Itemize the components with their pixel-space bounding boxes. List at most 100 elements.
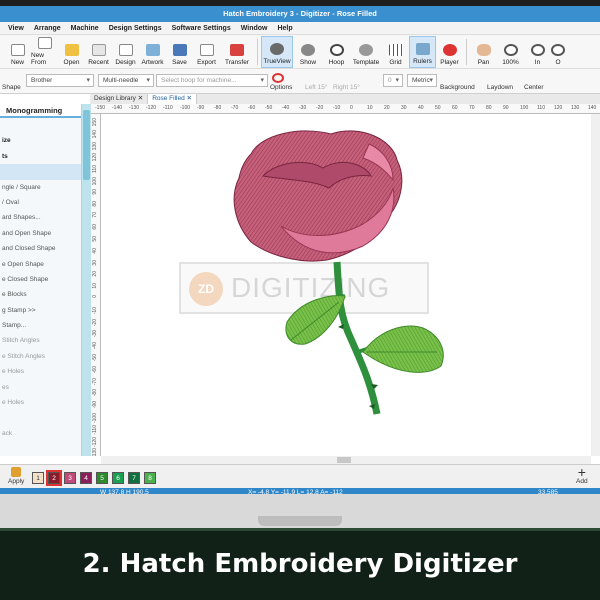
recent-button[interactable]: Recent (85, 36, 112, 68)
ruler-tick-label: 140 (92, 129, 98, 139)
panel-item[interactable]: g Stamp >> (0, 303, 81, 318)
scrollbar-thumb[interactable] (337, 457, 351, 463)
rose-embroidery[interactable] (101, 114, 591, 456)
ruler-tick-label: 20 (384, 105, 390, 111)
panel-item[interactable]: e Holes (0, 364, 81, 379)
trueview-button[interactable]: TrueView (261, 36, 293, 68)
tab-design-library[interactable]: Design Library ✕ (90, 94, 149, 104)
color-swatch[interactable]: 2 (46, 470, 62, 486)
zoom-out-button[interactable]: O (551, 36, 565, 68)
export-button[interactable]: Export (193, 36, 220, 68)
ruler-tick-label: -120 (92, 436, 98, 447)
panel-item[interactable]: e Closed Shape (0, 272, 81, 287)
panel-item[interactable]: ard Shapes... (0, 210, 81, 225)
zoom-in-button[interactable]: In (524, 36, 551, 68)
show-button[interactable]: Show (293, 36, 323, 68)
apply-button[interactable]: Apply (8, 467, 24, 485)
grid-button[interactable]: Grid (382, 36, 409, 68)
color-swatch[interactable]: 4 (80, 472, 92, 484)
menu-view[interactable]: View (8, 25, 24, 32)
close-icon[interactable]: ✕ (138, 95, 143, 102)
panel-title: Monogramming (0, 104, 81, 118)
tab-rose-filled[interactable]: Rose Filled ✕ (148, 94, 197, 104)
show-icon (301, 44, 315, 56)
toolbar-separator (466, 39, 467, 65)
number-field[interactable]: 0 (383, 74, 403, 87)
panel-item[interactable]: / Oval (0, 195, 81, 210)
panel-item-selected[interactable] (0, 164, 81, 180)
close-icon[interactable]: ✕ (187, 95, 192, 102)
pan-button[interactable]: Pan (470, 36, 497, 68)
color-swatch[interactable]: 7 (128, 472, 140, 484)
left-angle-field[interactable]: Left 15° (305, 84, 327, 91)
machine-select[interactable]: Brother (26, 74, 94, 87)
panel-item[interactable] (0, 410, 81, 425)
ruler-tick-label: 10 (92, 283, 98, 289)
ruler-tick-label: 150 (92, 118, 98, 127)
transfer-button[interactable]: Transfer (220, 36, 254, 68)
center-button[interactable]: Center (524, 84, 544, 91)
color-swatch[interactable]: 6 (112, 472, 124, 484)
design-canvas[interactable]: ZD DIGITIZING (101, 114, 591, 456)
menu-help[interactable]: Help (277, 25, 292, 32)
new-button[interactable]: New (4, 36, 31, 68)
open-button[interactable]: Open (58, 36, 85, 68)
panel-item[interactable]: ack (0, 426, 81, 441)
vertical-scrollbar[interactable] (591, 114, 600, 456)
zoom-100-button[interactable]: 100% (497, 36, 524, 68)
ruler-tick-label: -70 (231, 105, 239, 111)
right-angle-field[interactable]: Right 15° (333, 84, 360, 91)
ruler-tick-label: -50 (265, 105, 273, 111)
panel-item[interactable]: e Open Shape (0, 257, 81, 272)
laydown-button[interactable]: Laydown (487, 84, 513, 91)
menu-design-settings[interactable]: Design Settings (109, 25, 162, 32)
units-select[interactable]: Metric (407, 74, 437, 87)
hoop-icon (329, 44, 344, 56)
color-swatch[interactable]: 5 (96, 472, 108, 484)
panel-item[interactable] (0, 118, 81, 133)
hoop-select[interactable]: Select hoop for machine... (156, 74, 268, 87)
add-color-button[interactable]: + Add (576, 465, 588, 485)
color-palette-bar: Apply 12345678 + Add (0, 464, 600, 488)
color-swatch[interactable]: 1 (32, 472, 44, 484)
panel-item[interactable]: Stamp... (0, 318, 81, 333)
panel-item[interactable]: and Closed Shape (0, 241, 81, 256)
folder-icon (64, 44, 79, 56)
panel-item[interactable]: e Blocks (0, 287, 81, 302)
save-button[interactable]: Save (166, 36, 193, 68)
new-from-button[interactable]: New From (31, 36, 58, 68)
panel-item[interactable]: ngle / Square (0, 180, 81, 195)
ruler-tick-label: -90 (92, 401, 98, 409)
hoop-button[interactable]: Hoop (323, 36, 350, 68)
ruler-tick-label: -60 (248, 105, 256, 111)
scrollbar-thumb[interactable] (83, 110, 90, 180)
menu-machine[interactable]: Machine (71, 25, 99, 32)
ruler-tick-label: 140 (588, 105, 597, 111)
panel-scrollbar[interactable] (82, 104, 91, 456)
ruler-icon (415, 43, 430, 55)
player-button[interactable]: Player (436, 36, 463, 68)
background-button[interactable]: Background (440, 84, 475, 91)
options-button[interactable]: Options (270, 84, 292, 91)
panel-item[interactable]: e Holes (0, 395, 81, 410)
horizontal-scrollbar[interactable] (101, 456, 591, 464)
design-button[interactable]: Design (112, 36, 139, 68)
ruler-tick-label: -80 (92, 389, 98, 397)
artwork-button[interactable]: Artwork (139, 36, 166, 68)
color-swatch[interactable]: 8 (144, 472, 156, 484)
needle-select[interactable]: Multi-needle (98, 74, 154, 87)
ruler-tick-label: -100 (180, 105, 191, 111)
panel-item[interactable]: es (0, 380, 81, 395)
color-swatch[interactable]: 3 (64, 472, 76, 484)
template-button[interactable]: Template (350, 36, 382, 68)
zoom-out-icon (551, 44, 565, 56)
rulers-button[interactable]: Rulers (409, 36, 436, 68)
panel-item[interactable]: Stitch Angles (0, 333, 81, 348)
panel-item[interactable]: e Stitch Angles (0, 349, 81, 364)
menu-software-settings[interactable]: Software Settings (172, 25, 231, 32)
panel-item[interactable]: ts (0, 149, 81, 164)
menu-window[interactable]: Window (241, 25, 268, 32)
panel-item[interactable]: ize (0, 133, 81, 148)
menu-arrange[interactable]: Arrange (34, 25, 61, 32)
panel-item[interactable]: and Open Shape (0, 226, 81, 241)
